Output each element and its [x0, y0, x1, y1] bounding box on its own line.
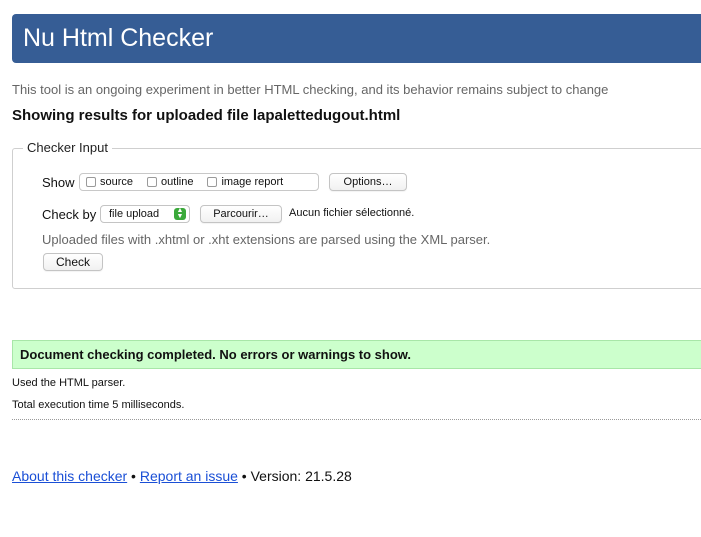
version-text: Version: 21.5.28 — [250, 468, 352, 484]
check-button[interactable]: Check — [43, 253, 103, 271]
results-heading: Showing results for uploaded file lapale… — [12, 107, 401, 124]
source-checkbox-label: source — [100, 176, 134, 188]
image-report-checkbox[interactable] — [207, 177, 218, 187]
divider — [12, 419, 701, 420]
checker-input-legend: Checker Input — [23, 140, 112, 155]
xml-parser-note: Uploaded files with .xhtml or .xht exten… — [42, 232, 491, 247]
show-label: Show — [42, 175, 75, 190]
execution-time-info: Total execution time 5 milliseconds. — [12, 399, 185, 411]
intro-text: This tool is an ongoing experiment in be… — [12, 82, 609, 97]
check-by-select-value: file upload — [109, 208, 160, 220]
outline-checkbox[interactable] — [147, 177, 158, 187]
show-image-report-option[interactable]: image report — [207, 176, 283, 188]
footer-separator: • — [127, 468, 140, 484]
success-message: Document checking completed. No errors o… — [12, 340, 701, 369]
source-checkbox[interactable] — [86, 177, 96, 187]
page-title: Nu Html Checker — [23, 24, 214, 52]
image-report-checkbox-label: image report — [221, 176, 284, 188]
check-by-select[interactable]: file upload ▲ ▼ — [100, 205, 190, 223]
updown-chevron-icon: ▲ ▼ — [174, 207, 186, 220]
show-outline-option[interactable]: outline — [147, 176, 193, 188]
about-link[interactable]: About this checker — [12, 468, 127, 484]
options-button[interactable]: Options… — [329, 173, 407, 191]
footer: About this checker • Report an issue • V… — [12, 468, 352, 484]
header-banner: Nu Html Checker — [12, 14, 701, 63]
show-source-option[interactable]: source — [86, 176, 133, 188]
show-options-group: source outline image report — [79, 173, 319, 191]
footer-separator: • — [237, 468, 251, 484]
report-issue-link[interactable]: Report an issue — [140, 468, 238, 484]
parser-info: Used the HTML parser. — [12, 377, 126, 389]
no-file-selected-text: Aucun fichier sélectionné. — [289, 207, 415, 219]
check-by-label: Check by — [42, 207, 97, 222]
outline-checkbox-label: outline — [161, 176, 194, 188]
browse-button[interactable]: Parcourir… — [200, 205, 282, 223]
